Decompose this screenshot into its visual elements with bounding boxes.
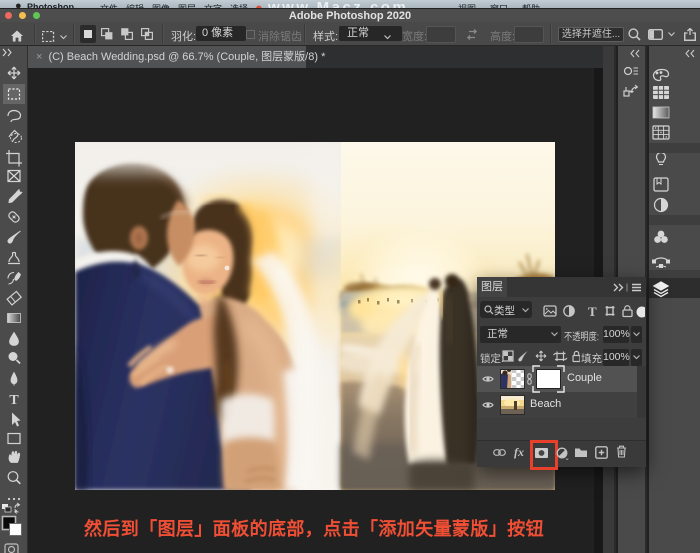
- svg-text:T: T: [9, 393, 19, 408]
- svg-text:T: T: [588, 304, 597, 319]
